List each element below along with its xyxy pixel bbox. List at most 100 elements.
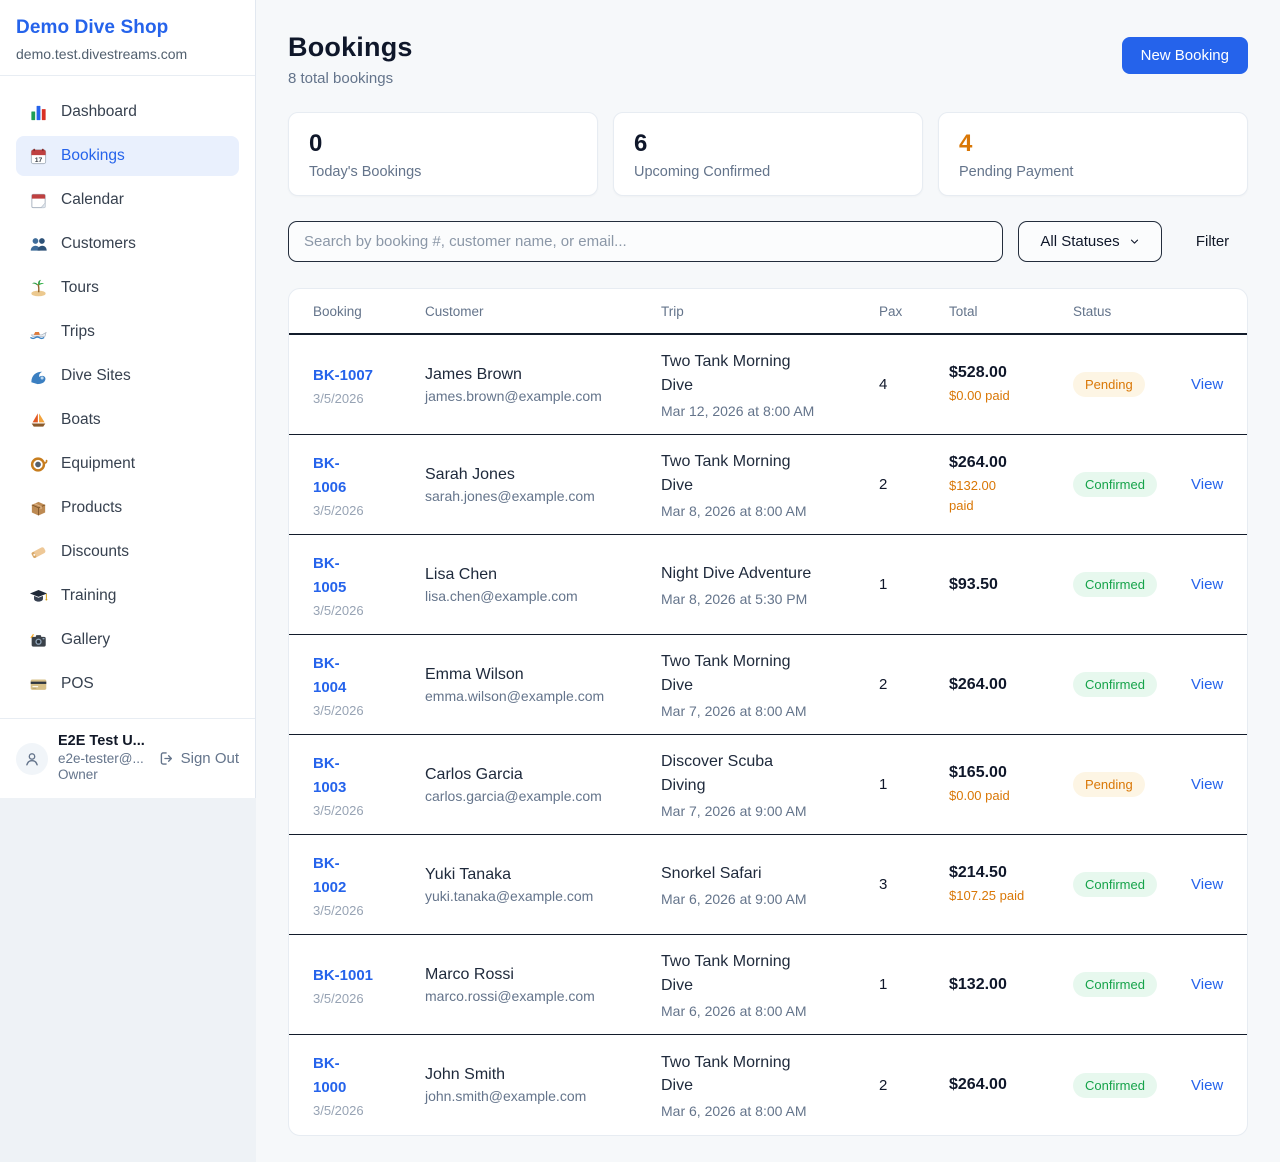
sidebar-item-label: Products xyxy=(61,499,122,517)
customer-email: marco.rossi@example.com xyxy=(425,988,661,1004)
sidebar-item-label: Boats xyxy=(61,411,101,429)
view-link[interactable]: View xyxy=(1191,676,1223,693)
trip-cell: Two Tank Morning Dive Mar 6, 2026 at 8:0… xyxy=(661,950,879,1018)
sidebar-item-label: Calendar xyxy=(61,191,124,209)
user-name: E2E Test U... xyxy=(58,733,145,751)
sidebar-item-equipment[interactable]: Equipment xyxy=(16,444,239,484)
table-row: BK- 1005 3/5/2026 Lisa Chen lisa.chen@ex… xyxy=(289,535,1247,635)
booking-id-link[interactable]: BK-1001 xyxy=(313,964,425,988)
table-header-row: Booking Customer Trip Pax Total Status xyxy=(289,289,1247,335)
sidebar-item-label: Dive Sites xyxy=(61,367,131,385)
calendar-17-icon: 17 xyxy=(28,146,48,166)
sidebar-item-customers[interactable]: Customers xyxy=(16,224,239,264)
customer-name: Emma Wilson xyxy=(425,666,661,684)
table-row: BK-1001 3/5/2026 Marco Rossi marco.rossi… xyxy=(289,935,1247,1035)
total-cell: $264.00 xyxy=(949,1076,1073,1094)
user-role: Owner xyxy=(58,767,145,783)
sidebar-item-boats[interactable]: Boats xyxy=(16,400,239,440)
status-badge: Confirmed xyxy=(1073,572,1157,597)
brand-block: Demo Dive Shop demo.test.divestreams.com xyxy=(0,0,255,76)
status-cell: Pending xyxy=(1073,772,1191,797)
view-link[interactable]: View xyxy=(1191,976,1223,993)
sidebar-item-trips[interactable]: Trips xyxy=(16,312,239,352)
camera-icon xyxy=(28,630,48,650)
sidebar-item-bookings[interactable]: 17 Bookings xyxy=(16,136,239,176)
trip-cell: Two Tank Morning Dive Mar 6, 2026 at 8:0… xyxy=(661,1051,879,1119)
sidebar-item-gallery[interactable]: Gallery xyxy=(16,620,239,660)
sidebar-item-label: Discounts xyxy=(61,543,129,561)
bookings-table: Booking Customer Trip Pax Total Status B… xyxy=(288,288,1248,1136)
page-header-text: Bookings 8 total bookings xyxy=(288,32,413,87)
booking-id-link[interactable]: BK- 1005 xyxy=(313,552,425,600)
total-cell: $264.00 $132.00 paid xyxy=(949,454,1073,515)
sign-out-button[interactable]: Sign Out xyxy=(158,750,239,767)
total-amount: $214.50 xyxy=(949,864,1073,882)
sidebar-item-dive-sites[interactable]: Dive Sites xyxy=(16,356,239,396)
booking-id-link[interactable]: BK- 1006 xyxy=(313,452,425,500)
main-content: Bookings 8 total bookings New Booking 0 … xyxy=(256,0,1280,1162)
customer-name: James Brown xyxy=(425,366,661,384)
customer-name: Carlos Garcia xyxy=(425,766,661,784)
user-email: e2e-tester@... xyxy=(58,751,145,767)
customer-cell: Yuki Tanaka yuki.tanaka@example.com xyxy=(425,866,661,904)
logout-icon xyxy=(158,750,175,767)
customer-email: lisa.chen@example.com xyxy=(425,588,661,604)
view-link[interactable]: View xyxy=(1191,876,1223,893)
svg-text:17: 17 xyxy=(34,157,42,164)
sidebar-item-dashboard[interactable]: Dashboard xyxy=(16,92,239,132)
stat-label: Pending Payment xyxy=(959,164,1227,180)
trip-datetime: Mar 8, 2026 at 8:00 AM xyxy=(661,503,839,519)
new-booking-button[interactable]: New Booking xyxy=(1122,37,1248,74)
sidebar-item-label: Customers xyxy=(61,235,136,253)
box-icon xyxy=(28,498,48,518)
status-badge: Confirmed xyxy=(1073,472,1157,497)
table-row: BK- 1000 3/5/2026 John Smith john.smith@… xyxy=(289,1035,1247,1135)
trip-name: Snorkel Safari xyxy=(661,862,839,885)
search-input[interactable] xyxy=(288,221,1003,262)
booking-id-link[interactable]: BK- 1002 xyxy=(313,852,425,900)
booking-date: 3/5/2026 xyxy=(313,391,425,406)
view-link[interactable]: View xyxy=(1191,776,1223,793)
view-link[interactable]: View xyxy=(1191,376,1223,393)
customer-name: Lisa Chen xyxy=(425,566,661,584)
table-row: BK- 1003 3/5/2026 Carlos Garcia carlos.g… xyxy=(289,735,1247,835)
filter-button[interactable]: Filter xyxy=(1177,233,1248,250)
person-icon xyxy=(23,750,41,768)
total-cell: $214.50 $107.25 paid xyxy=(949,864,1073,906)
sidebar-item-pos[interactable]: POS xyxy=(16,664,239,704)
view-link[interactable]: View xyxy=(1191,576,1223,593)
sidebar: Demo Dive Shop demo.test.divestreams.com… xyxy=(0,0,256,798)
sidebar-item-discounts[interactable]: Discounts xyxy=(16,532,239,572)
user-meta: E2E Test U... e2e-tester@... Owner xyxy=(58,733,145,784)
booking-id-link[interactable]: BK- 1000 xyxy=(313,1052,425,1100)
status-badge: Pending xyxy=(1073,372,1145,397)
sidebar-item-label: Gallery xyxy=(61,631,110,649)
customer-cell: Carlos Garcia carlos.garcia@example.com xyxy=(425,766,661,804)
view-link[interactable]: View xyxy=(1191,1077,1223,1094)
sidebar-item-calendar[interactable]: Calendar xyxy=(16,180,239,220)
sidebar-item-products[interactable]: Products xyxy=(16,488,239,528)
tear-calendar-icon xyxy=(28,190,48,210)
speedboat-icon xyxy=(28,322,48,342)
sidebar-item-tours[interactable]: Tours xyxy=(16,268,239,308)
booking-id-link[interactable]: BK- 1003 xyxy=(313,752,425,800)
chevron-down-icon xyxy=(1129,236,1140,247)
sidebar-item-training[interactable]: Training xyxy=(16,576,239,616)
paid-amount: $0.00 paid xyxy=(949,386,1073,406)
shop-name: Demo Dive Shop xyxy=(16,17,239,39)
booking-date: 3/5/2026 xyxy=(313,603,425,618)
stats-row: 0 Today's Bookings 6 Upcoming Confirmed … xyxy=(288,112,1248,196)
sidebar-rail: Demo Dive Shop demo.test.divestreams.com… xyxy=(0,0,256,1162)
booking-cell: BK-1007 3/5/2026 xyxy=(313,364,425,406)
status-filter-select[interactable]: All Statuses xyxy=(1018,221,1162,262)
stat-value: 0 xyxy=(309,130,577,158)
status-cell: Confirmed xyxy=(1073,872,1191,897)
trip-cell: Snorkel Safari Mar 6, 2026 at 9:00 AM xyxy=(661,862,879,907)
view-link[interactable]: View xyxy=(1191,476,1223,493)
island-icon xyxy=(28,278,48,298)
page-title: Bookings xyxy=(288,32,413,63)
booking-id-link[interactable]: BK- 1004 xyxy=(313,652,425,700)
booking-id-link[interactable]: BK-1007 xyxy=(313,364,425,388)
trip-datetime: Mar 6, 2026 at 9:00 AM xyxy=(661,891,839,907)
customer-cell: Emma Wilson emma.wilson@example.com xyxy=(425,666,661,704)
